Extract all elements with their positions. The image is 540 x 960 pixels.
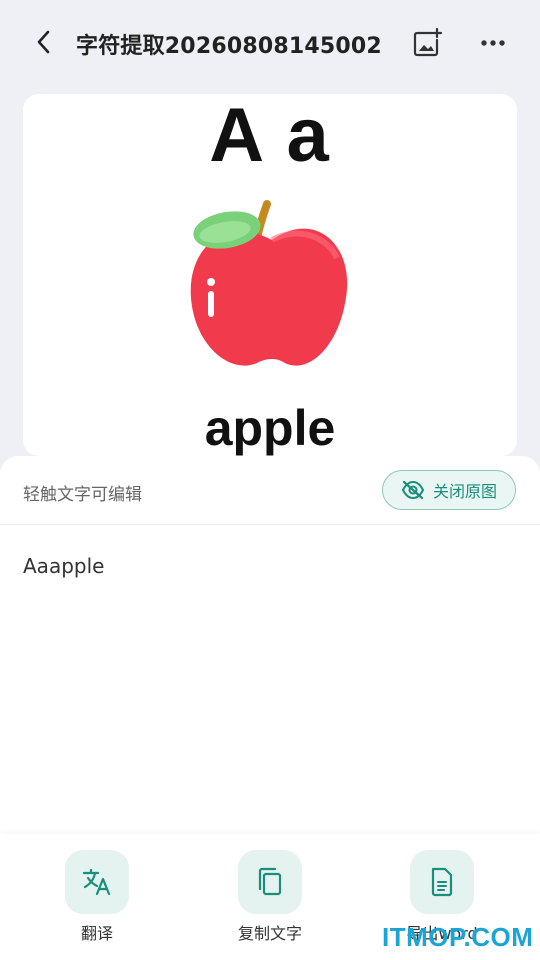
more-button[interactable]	[476, 26, 510, 60]
copy-text-button[interactable]: 复制文字	[215, 850, 325, 950]
copy-icon-box	[238, 850, 302, 914]
translate-icon	[82, 868, 111, 896]
original-image-card: A a apple	[23, 94, 517, 456]
translate-button[interactable]: 翻译	[42, 850, 152, 950]
watermark: ITMOP.COM	[382, 922, 534, 952]
chevron-left-icon	[37, 30, 50, 54]
back-button[interactable]	[28, 26, 60, 58]
translate-icon-box	[65, 850, 129, 914]
image-word: apple	[204, 400, 336, 456]
recognized-text[interactable]: Aaapple	[23, 554, 104, 578]
top-bar: 字符提取20260808145002	[0, 0, 540, 88]
divider	[0, 524, 540, 525]
copy-icon	[258, 867, 282, 896]
copy-text-label: 复制文字	[237, 924, 302, 943]
translate-label: 翻译	[80, 924, 113, 943]
more-horizontal-icon	[481, 40, 505, 46]
page-title: 字符提取20260808145002	[76, 34, 382, 59]
eye-off-icon	[401, 480, 425, 500]
close-original-image-label: 关闭原图	[432, 482, 497, 501]
apple-illustration	[190, 200, 348, 366]
document-icon	[431, 867, 453, 897]
edit-hint: 轻触文字可编辑	[23, 485, 142, 505]
add-image-icon	[413, 27, 443, 57]
document-icon-box	[410, 850, 474, 914]
close-original-image-button[interactable]: 关闭原图	[382, 470, 516, 510]
add-image-button[interactable]	[410, 26, 444, 60]
image-letters: A a	[209, 94, 331, 178]
